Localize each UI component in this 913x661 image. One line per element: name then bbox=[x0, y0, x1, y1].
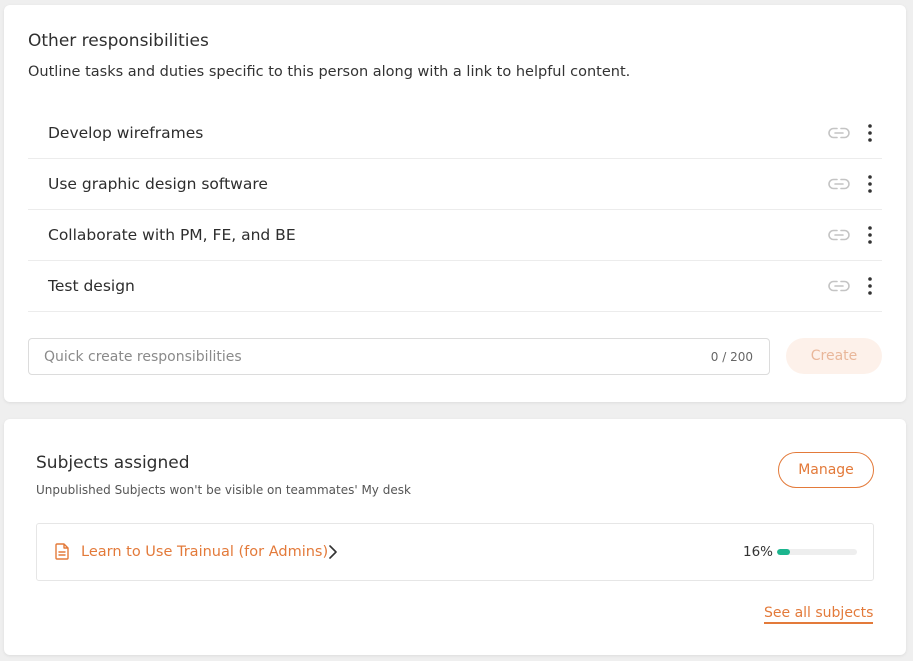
link-icon[interactable] bbox=[828, 280, 850, 292]
link-icon[interactable] bbox=[828, 229, 850, 241]
link-icon[interactable] bbox=[828, 178, 850, 190]
responsibilities-list: Develop wireframes Use graphic design so… bbox=[28, 108, 882, 312]
responsibility-label[interactable]: Test design bbox=[48, 277, 135, 295]
more-vertical-icon[interactable] bbox=[867, 226, 873, 244]
subject-row[interactable]: Learn to Use Trainual (for Admins) 16% bbox=[36, 523, 874, 581]
quick-create-placeholder: Quick create responsibilities bbox=[44, 348, 242, 365]
responsibility-label[interactable]: Use graphic design software bbox=[48, 175, 268, 193]
quick-create-input[interactable]: Quick create responsibilities 0 / 200 bbox=[28, 338, 770, 375]
subjects-title: Subjects assigned bbox=[36, 453, 190, 473]
responsibility-row[interactable]: Test design bbox=[28, 261, 882, 312]
manage-button[interactable]: Manage bbox=[778, 452, 874, 488]
create-button[interactable]: Create bbox=[786, 338, 882, 374]
responsibilities-title: Other responsibilities bbox=[28, 31, 209, 51]
responsibility-label[interactable]: Collaborate with PM, FE, and BE bbox=[48, 226, 296, 244]
see-all-subjects-link[interactable]: See all subjects bbox=[764, 605, 874, 624]
progress-bar bbox=[777, 549, 857, 555]
responsibility-label[interactable]: Develop wireframes bbox=[48, 124, 203, 142]
chevron-right-icon[interactable] bbox=[328, 545, 337, 559]
subjects-card: Subjects assigned Unpublished Subjects w… bbox=[4, 419, 906, 655]
responsibility-row[interactable]: Develop wireframes bbox=[28, 108, 882, 159]
character-count: 0 / 200 bbox=[710, 349, 753, 364]
document-icon bbox=[55, 543, 69, 560]
subjects-subtitle: Unpublished Subjects won't be visible on… bbox=[36, 483, 411, 497]
subject-link[interactable]: Learn to Use Trainual (for Admins) bbox=[81, 544, 328, 560]
responsibility-row[interactable]: Collaborate with PM, FE, and BE bbox=[28, 210, 882, 261]
progress-percent: 16% bbox=[743, 544, 774, 560]
link-icon[interactable] bbox=[828, 127, 850, 139]
more-vertical-icon[interactable] bbox=[867, 277, 873, 295]
more-vertical-icon[interactable] bbox=[867, 124, 873, 142]
responsibilities-description: Outline tasks and duties specific to thi… bbox=[28, 64, 631, 80]
responsibility-row[interactable]: Use graphic design software bbox=[28, 159, 882, 210]
more-vertical-icon[interactable] bbox=[867, 175, 873, 193]
progress-bar-fill bbox=[777, 549, 790, 555]
responsibilities-card: Other responsibilities Outline tasks and… bbox=[4, 5, 906, 402]
